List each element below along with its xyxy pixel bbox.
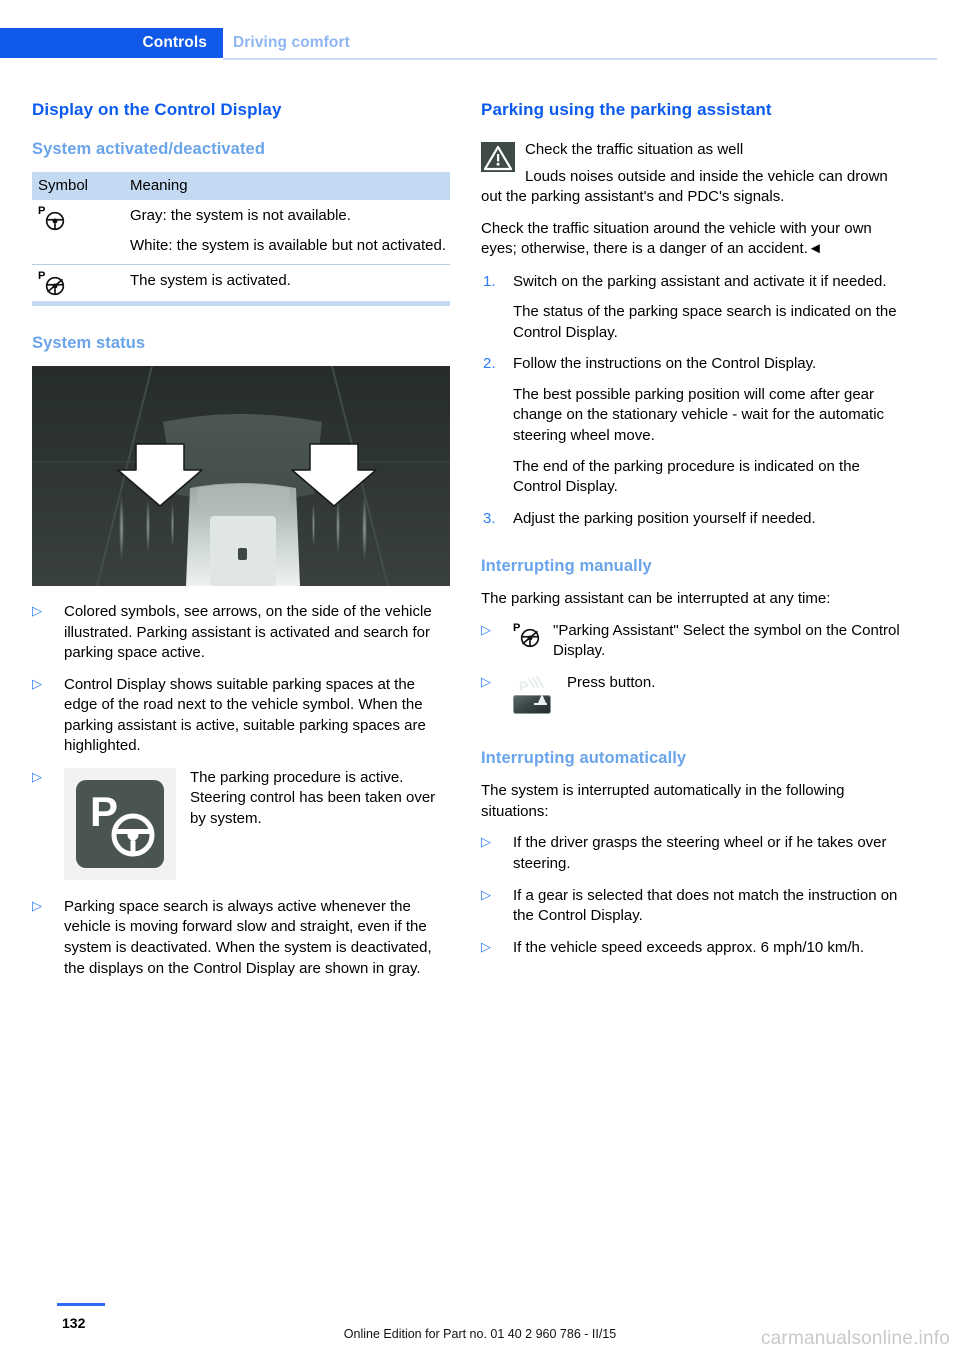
step-text: Switch on the parking assistant and acti… — [513, 272, 887, 290]
table-row: P The system is activated. — [32, 264, 450, 307]
warning-body: Louds noises outside and inside the vehi… — [481, 167, 888, 206]
list-item: ▷ Colored symbols, see arrows, on the si… — [32, 602, 452, 664]
page-title: Display on the Control Display — [32, 100, 282, 119]
watermark: carmanualsonline.info — [760, 1328, 950, 1349]
parking-steering-wheel-icon: P — [38, 206, 72, 231]
section-heading-system-activated: System activated/deactivated — [32, 140, 265, 158]
header-divider — [223, 58, 937, 60]
step-note: The best possible parking position will … — [513, 385, 885, 445]
column-header-meaning: Meaning — [124, 172, 450, 200]
list-item-text: Control Display shows suitable parking s… — [64, 675, 426, 755]
bullet-triangle-icon: ▷ — [481, 834, 491, 850]
list-item: ▷ P The parking procedure is active. Ste… — [32, 767, 452, 886]
list-item-text: If the vehicle speed exceeds approx. 6 m… — [513, 938, 865, 956]
section-heading-interrupting-manually: Interrupting manually — [481, 557, 652, 576]
page-header: Controls Driving comfort — [0, 28, 960, 58]
auto-intro-text: The system is interrupted automatically … — [481, 782, 845, 820]
bullet-triangle-icon: ▷ — [481, 938, 491, 954]
parking-steering-wheel-active-icon: P — [38, 271, 72, 296]
meaning-cell: Gray: the system is not available. White… — [124, 200, 450, 266]
svg-text:P: P — [519, 678, 528, 694]
manual-bullet-list: ▷ P "Parking Assistant" Select the symbo… — [481, 621, 906, 722]
footer-divider — [57, 1303, 105, 1306]
step-note-2: The end of the parking procedure is indi… — [513, 457, 860, 496]
step-text: Adjust the parking position yourself if … — [513, 509, 816, 527]
section-heading-system-status: System status — [32, 334, 146, 353]
warning-heading: Check the traffic situation as well — [525, 141, 744, 158]
parking-steering-wheel-active-icon: P — [513, 622, 545, 647]
list-item: 3. Adjust the parking position yourself … — [481, 509, 906, 530]
list-item-text: Colored symbols, see arrows, on the side… — [64, 603, 432, 662]
meaning-line: The system is activated. — [130, 272, 291, 290]
list-item-text: The parking procedure is active. Steerin… — [190, 768, 436, 828]
bullet-triangle-icon: ▷ — [481, 886, 491, 902]
symbol-cell: P — [32, 264, 124, 307]
list-item: ▷ Parking space search is always active … — [32, 897, 452, 979]
bullet-triangle-icon: ▷ — [32, 897, 42, 913]
step-number: 3. — [483, 509, 496, 527]
list-item: ▷ Control Display shows suitable parking… — [32, 675, 452, 757]
bullet-triangle-icon: ▷ — [32, 675, 42, 691]
auto-bullet-list: ▷ If the driver grasps the steering whee… — [481, 833, 906, 958]
parking-steering-wheel-tile-icon: P — [64, 767, 176, 880]
manual-intro-text: The parking assistant can be interrupted… — [481, 590, 831, 608]
section-heading-interrupting-automatically: Interrupting automatically — [481, 749, 687, 768]
list-item: ▷ If the vehicle speed exceeds approx. 6… — [481, 938, 906, 959]
symbol-meaning-table: Symbol Meaning P Gray: the system is not… — [32, 172, 450, 307]
list-item: ▷ If a gear is selected that does not ma… — [481, 886, 906, 927]
meaning-line: Gray: the system is not available. — [130, 207, 351, 224]
step-text: Follow the instructions on the Control D… — [513, 355, 817, 373]
list-item-text: If the driver grasps the steering wheel … — [513, 834, 887, 873]
parking-steps-list: 1. Switch on the parking assistant and a… — [481, 272, 906, 529]
list-item-text: "Parking Assistant" Select the symbol on… — [553, 621, 900, 660]
left-bullet-list: ▷ Colored symbols, see arrows, on the si… — [32, 602, 452, 979]
bullet-triangle-icon: ▷ — [32, 768, 42, 784]
symbol-cell: P — [32, 200, 124, 266]
step-number: 2. — [483, 355, 496, 373]
bullet-triangle-icon: ▷ — [481, 621, 491, 637]
warning-triangle-icon — [481, 142, 515, 172]
list-item: 1. Switch on the parking assistant and a… — [481, 272, 906, 344]
bullet-triangle-icon: ▷ — [481, 673, 491, 689]
list-item: ▷ P Press button. — [481, 673, 906, 722]
warning-body-2: Check the traffic situation around the v… — [481, 219, 872, 258]
list-item: 2. Follow the instructions on the Contro… — [481, 354, 906, 497]
list-item-text: If a gear is selected that does not matc… — [513, 886, 898, 925]
warning-block: Check the traffic situation as well Loud… — [481, 140, 906, 260]
tab-driving-comfort[interactable]: Driving comfort — [233, 28, 350, 58]
left-column: Display on the Control Display System ac… — [32, 100, 452, 990]
list-item-text: Press button. — [567, 673, 656, 691]
step-note: The status of the parking space search i… — [513, 303, 897, 341]
system-status-figure — [32, 366, 450, 587]
right-column: Parking using the parking assistant Chec… — [481, 100, 906, 969]
meaning-line: White: the system is available but not a… — [130, 236, 446, 254]
tab-controls[interactable]: Controls — [0, 28, 223, 58]
pdc-button-icon[interactable]: P — [513, 673, 551, 716]
list-item: ▷ If the driver grasps the steering whee… — [481, 833, 906, 874]
table-header-row: Symbol Meaning — [32, 172, 450, 200]
meaning-cell: The system is activated. — [124, 264, 450, 307]
list-item-text: Parking space search is always active wh… — [64, 897, 432, 977]
column-header-symbol: Symbol — [32, 172, 124, 200]
step-number: 1. — [483, 272, 496, 290]
table-row: P Gray: the system is not available. Whi… — [32, 200, 450, 266]
bullet-triangle-icon: ▷ — [32, 603, 42, 619]
list-item: ▷ P "Parking Assistant" Select the symbo… — [481, 621, 906, 662]
section-title-parking-assistant: Parking using the parking assistant — [481, 100, 772, 119]
